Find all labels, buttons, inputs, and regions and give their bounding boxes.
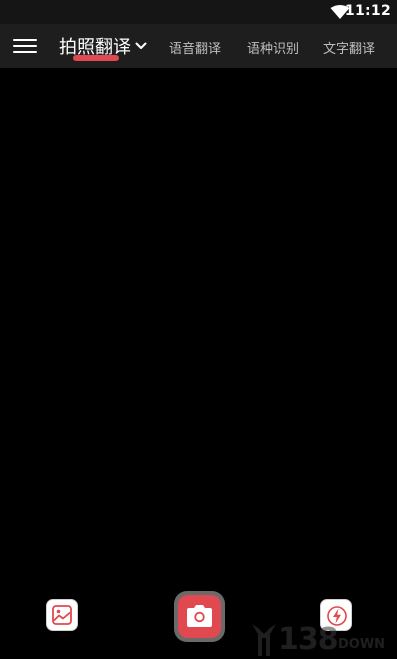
menu-icon[interactable]	[13, 37, 37, 55]
status-clock: 11:12	[344, 3, 391, 19]
camera-icon	[187, 605, 212, 627]
gallery-icon	[52, 605, 72, 625]
app-bar: 拍照翻译 语音翻译 语种识别 文字翻译	[0, 24, 397, 68]
mode-selector[interactable]: 拍照翻译	[59, 33, 147, 61]
watermark: 138 DOWN	[250, 622, 396, 658]
tab-voice-translation[interactable]: 语音翻译	[169, 38, 221, 57]
shutter-face	[178, 595, 221, 638]
tab-text-translation[interactable]: 文字翻译	[323, 38, 375, 57]
watermark-suffix: DOWN	[338, 637, 386, 652]
tab-language-identification[interactable]: 语种识别	[247, 38, 299, 57]
status-bar: 11:12	[0, 0, 397, 24]
camera-viewfinder[interactable]	[0, 68, 397, 588]
current-mode-label: 拍照翻译	[59, 37, 131, 58]
watermark-number: 138	[278, 622, 339, 657]
shutter-button[interactable]	[174, 591, 225, 642]
gallery-button[interactable]	[46, 599, 78, 631]
watermark-logo-icon	[252, 624, 276, 656]
chevron-down-icon	[135, 42, 147, 49]
